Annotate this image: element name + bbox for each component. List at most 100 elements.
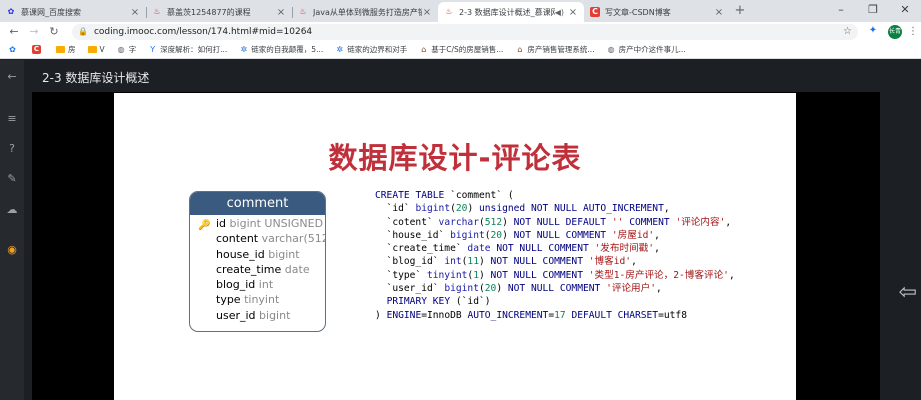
tab-title: Java从单体到微服务打造房产销售 bbox=[313, 7, 422, 17]
folder-icon bbox=[56, 46, 65, 53]
bookmark-item[interactable]: ⌂ 房产销售管理系统... bbox=[515, 44, 594, 55]
slide: 数据库设计-评论表 comment 🔑 id bigint UNSIGNED con… bbox=[114, 93, 796, 400]
slide-title: 数据库设计-评论表 bbox=[328, 141, 582, 175]
field-type: int bbox=[258, 278, 274, 292]
code-line: PRIMARY KEY (`id`) bbox=[386, 296, 491, 308]
code-line: CREATE TABLE `comment` ( bbox=[375, 190, 514, 201]
address-bar[interactable]: 🔒 coding.imooc.com/lesson/174.html#mid=1… bbox=[72, 23, 858, 40]
note-edit-icon[interactable]: ✎ bbox=[0, 172, 24, 185]
er-field-row: blog_id int bbox=[190, 277, 325, 292]
field-type: tinyint bbox=[244, 293, 280, 307]
lesson-page: ← ≡ ? ✎ ☁ ◉ 2-3 数据库设计概述 数据库设计-评论表 commen… bbox=[0, 60, 921, 400]
field-type: date bbox=[284, 262, 310, 276]
code-line: `type` tinyint(1) NOT NULL COMMENT '类型1-… bbox=[375, 269, 735, 281]
er-field-row: 🔑 id bigint UNSIGNED bbox=[190, 216, 325, 231]
gear-icon: ✲ bbox=[240, 45, 248, 54]
browser-tab[interactable]: ♨ Java从单体到微服务打造房产销售 × bbox=[292, 2, 438, 22]
player-sidebar: ← ≡ ? ✎ ☁ ◉ bbox=[0, 60, 24, 400]
tab-title: 写文章-CSDN博客 bbox=[605, 7, 671, 17]
code-line: `blog_id` int(11) NOT NULL COMMENT '博客id… bbox=[375, 256, 637, 268]
browser-menu-icon[interactable]: ⋮ bbox=[908, 26, 918, 37]
cloud-download-icon[interactable]: ☁ bbox=[0, 203, 24, 216]
browser-toolbar: ← → ↻ 🔒 coding.imooc.com/lesson/174.html… bbox=[0, 22, 921, 41]
lesson-title: 2-3 数据库设计概述 bbox=[42, 71, 150, 85]
bookmark-item[interactable]: V bbox=[87, 45, 105, 54]
paw-icon: ✿ bbox=[7, 7, 15, 16]
window-controls: – ❐ ✕ bbox=[825, 0, 921, 20]
next-lesson-arrow-icon[interactable]: ⇦ bbox=[899, 280, 917, 305]
bookmark-label: V bbox=[99, 45, 105, 54]
lesson-header: 2-3 数据库设计概述 bbox=[24, 60, 921, 92]
close-tab-icon[interactable]: × bbox=[276, 7, 286, 18]
er-table-name: comment bbox=[190, 192, 325, 215]
bookmark-label: 深度解析：如何打... bbox=[160, 45, 228, 54]
bookmark-item[interactable]: ◍ 房产中介这件事儿... bbox=[607, 44, 686, 55]
lock-icon: 🔒 bbox=[78, 27, 88, 36]
field-type: varchar(512) bbox=[261, 232, 326, 246]
user-avatar-icon[interactable]: ◉ bbox=[0, 243, 24, 256]
tab-strip: ✿ 慕课网_百度搜索 × ♨ 慕盖茨1254877的课程 × ♨ Java从单体到微服务打造房… bbox=[0, 0, 921, 22]
er-field-row: create_time date bbox=[190, 262, 325, 277]
tab-title: 慕课网_百度搜索 bbox=[21, 7, 81, 17]
globe-icon: ◍ bbox=[607, 45, 615, 54]
globe-icon: ◍ bbox=[117, 45, 125, 54]
field-type: bigint bbox=[259, 308, 291, 322]
bookmark-item[interactable]: ◍ 字 bbox=[117, 44, 137, 55]
bookmark-item[interactable]: ✲ 链家的自我颠覆，5... bbox=[239, 44, 323, 55]
field-name: type bbox=[216, 293, 241, 307]
bookmark-label: 基于C/S的房屋销售... bbox=[431, 45, 504, 54]
bookmark-item[interactable]: Y 深度解析：如何打... bbox=[148, 44, 227, 55]
bookmarks-bar: ✿ C 房 V ◍ 字 Y 深度解析：如何打... ✲ 链家的自我颠覆，5... ✲ 链家的边界和对手… bbox=[0, 41, 921, 59]
question-icon[interactable]: ? bbox=[0, 142, 24, 155]
gear-icon: ✲ bbox=[336, 45, 344, 54]
bookmark-item[interactable]: ✲ 链家的边界和对手 bbox=[335, 44, 407, 55]
field-name: blog_id bbox=[216, 278, 256, 292]
bookmark-item[interactable]: ✿ bbox=[8, 45, 20, 54]
bookmark-star-icon[interactable]: ☆ bbox=[843, 26, 852, 37]
field-name: id bbox=[216, 217, 227, 230]
browser-tab[interactable]: ♨ 慕盖茨1254877的课程 × bbox=[146, 2, 292, 22]
code-line: `id` bigint(20) unsigned NOT NULL AUTO_I… bbox=[375, 203, 670, 215]
bookmark-item[interactable]: ⌂ 基于C/S的房屋销售... bbox=[419, 44, 503, 55]
er-field-row: type tinyint bbox=[190, 292, 325, 307]
browser-tab[interactable]: C 写文章-CSDN博客 × bbox=[584, 2, 730, 22]
close-tab-icon[interactable]: × bbox=[422, 7, 432, 18]
close-tab-icon[interactable]: × bbox=[130, 7, 140, 18]
audio-playing-icon[interactable]: ◀) bbox=[555, 8, 564, 17]
minimize-button[interactable]: – bbox=[825, 0, 857, 20]
field-type: bigint bbox=[268, 247, 300, 261]
bookmark-label: 房产中介这件事儿... bbox=[618, 45, 686, 54]
reload-button[interactable]: ↻ bbox=[44, 25, 64, 38]
flame-icon: ♨ bbox=[299, 7, 307, 16]
back-arrow-icon[interactable]: ← bbox=[0, 70, 24, 83]
profile-avatar[interactable]: 长青 bbox=[888, 24, 902, 39]
er-field-row: user_id bigint bbox=[190, 308, 325, 323]
bookmark-label: 链家的自我颠覆，5... bbox=[251, 45, 324, 54]
new-tab-button[interactable]: + bbox=[730, 2, 750, 22]
er-field-list: 🔑 id bigint UNSIGNED content varchar(512) h… bbox=[190, 215, 325, 323]
close-tab-icon[interactable]: × bbox=[714, 7, 724, 18]
bookmark-label: 房 bbox=[68, 45, 76, 54]
tab-title: 2-3 数据库设计概述_慕课网 bbox=[459, 7, 555, 17]
bookmark-item[interactable]: 房 bbox=[56, 44, 76, 55]
tab-title: 慕盖茨1254877的课程 bbox=[167, 7, 251, 17]
bookmark-item[interactable]: C bbox=[32, 45, 44, 54]
close-tab-icon[interactable]: × bbox=[568, 7, 578, 18]
browser-tab[interactable]: ✿ 慕课网_百度搜索 × bbox=[0, 2, 146, 22]
video-player[interactable]: 数据库设计-评论表 comment 🔑 id bigint UNSIGNED con… bbox=[32, 92, 880, 400]
house-icon: ⌂ bbox=[421, 45, 427, 54]
y-icon: Y bbox=[150, 45, 156, 54]
url-text: coding.imooc.com/lesson/174.html#mid=102… bbox=[93, 26, 313, 37]
bookmark-label: 字 bbox=[128, 45, 137, 54]
browser-tab[interactable]: ♨ 2-3 数据库设计概述_慕课网 ◀) × bbox=[438, 2, 584, 22]
chapter-list-icon[interactable]: ≡ bbox=[0, 112, 24, 125]
csdn-icon: C bbox=[590, 7, 600, 17]
close-window-button[interactable]: ✕ bbox=[889, 0, 921, 20]
forward-button[interactable]: → bbox=[24, 25, 44, 38]
house-icon: ⌂ bbox=[517, 45, 523, 54]
paw-icon: ✿ bbox=[9, 45, 16, 54]
back-button[interactable]: ← bbox=[4, 25, 24, 38]
code-line: ) ENGINE=InnoDB AUTO_INCREMENT=17 DEFAUL… bbox=[375, 309, 687, 321]
extension-icon[interactable]: ✦ bbox=[866, 25, 880, 39]
maximize-button[interactable]: ❐ bbox=[857, 0, 889, 20]
